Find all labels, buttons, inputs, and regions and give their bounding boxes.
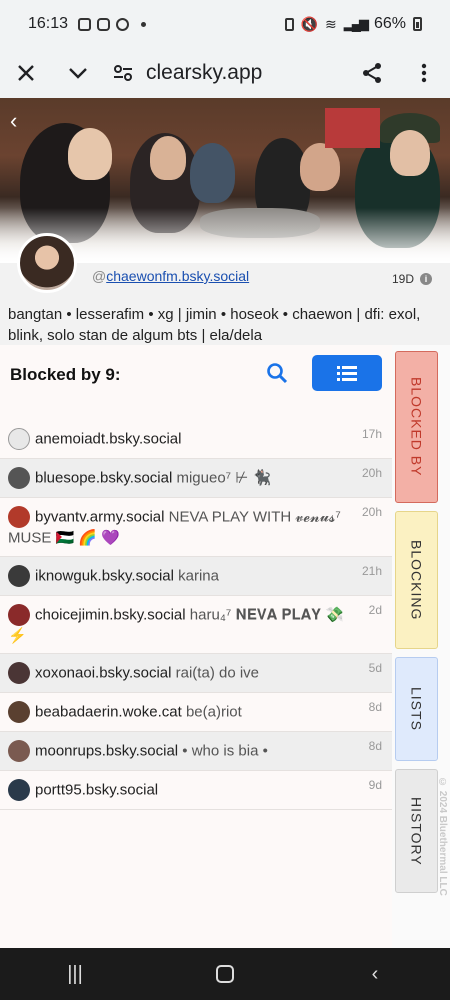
info-icon[interactable]: i xyxy=(420,273,432,285)
notification-icons xyxy=(78,17,147,31)
battery-saver-icon xyxy=(284,17,294,31)
list-item[interactable]: moonrups.bsky.social • who is bia • 8d xyxy=(0,732,392,772)
tab-lists-label: LISTS xyxy=(408,687,425,731)
banner-face xyxy=(68,128,112,180)
handle-link[interactable]: chaewonfm.bsky.social xyxy=(106,268,249,284)
user-avatar xyxy=(8,603,30,626)
block-time: 17h xyxy=(361,427,382,441)
battery-percent: 66% xyxy=(373,15,406,32)
list-item[interactable]: byvantv.army.social NEVA PLAY WITH 𝓿𝓮𝓷𝓾𝓼… xyxy=(0,498,392,557)
system-status: 🔇 ≋ ▂▄▆ 66% xyxy=(284,15,422,33)
list-item[interactable]: anemoiadt.bsky.social 17h xyxy=(0,420,392,459)
url-text[interactable]: clearsky.app xyxy=(146,61,262,85)
user-avatar xyxy=(8,779,30,802)
list-item[interactable]: portt95.bsky.social 9d xyxy=(0,771,392,811)
tab-lists[interactable]: LISTS xyxy=(395,657,438,761)
tab-blocked-by[interactable]: BLOCKED BY xyxy=(395,351,438,503)
block-time: 9d xyxy=(368,778,382,793)
share-icon[interactable] xyxy=(346,48,398,98)
user-handle[interactable]: moonrups.bsky.social xyxy=(35,743,178,760)
list-item[interactable]: choicejimin.bsky.social haru₄⁷ 𝐍𝐄𝐕𝐀 𝐏𝐋𝐀𝐘… xyxy=(0,596,392,655)
home-icon xyxy=(216,965,234,983)
block-time: 8d xyxy=(368,739,382,754)
block-time: 21h xyxy=(361,563,382,578)
user-handle[interactable]: bluesope.bsky.social xyxy=(35,470,172,487)
user-bio: be(a)riot xyxy=(185,703,242,721)
panel-header: Blocked by 9: xyxy=(0,345,392,405)
recent-apps-icon[interactable]: ||| xyxy=(45,963,105,986)
panel-title: Blocked by 9: xyxy=(10,365,121,384)
home-button[interactable] xyxy=(195,965,255,983)
banner-face xyxy=(300,143,340,191)
browser-toolbar: clearsky.app xyxy=(0,48,450,98)
list-item[interactable]: iknowguk.bsky.social karina 21h xyxy=(0,556,392,596)
user-handle[interactable]: anemoiadt.bsky.social xyxy=(35,431,181,448)
user-bio: migueo⁷ ⊬ 🐈‍⬛ xyxy=(176,469,272,487)
back-icon[interactable]: ‹ xyxy=(345,963,405,986)
user-avatar xyxy=(8,506,30,528)
user-avatar xyxy=(8,662,30,685)
account-age-value: 19D xyxy=(391,272,414,286)
blocked-by-list: anemoiadt.bsky.social 17h bluesope.bsky.… xyxy=(0,420,392,811)
banner-face xyxy=(390,130,430,176)
chevron-down-icon[interactable] xyxy=(52,48,104,98)
profile-handle: @chaewonfm.bsky.social xyxy=(92,268,249,284)
user-avatar xyxy=(8,428,30,450)
user-handle[interactable]: xoxonaoi.bsky.social xyxy=(35,665,171,682)
handle-prefix: @ xyxy=(92,268,107,284)
signal-icon: ▂▄▆ xyxy=(343,16,369,31)
profile-header: @chaewonfm.bsky.social 19D i xyxy=(0,230,450,300)
more-notifications-icon xyxy=(141,21,147,27)
close-icon[interactable] xyxy=(0,48,52,98)
gallery-icon xyxy=(78,17,92,31)
list-view-button[interactable] xyxy=(312,355,382,391)
tab-history-label: HISTORY xyxy=(408,796,425,866)
block-time: 8d xyxy=(368,700,382,715)
site-settings-icon[interactable] xyxy=(104,48,142,98)
app-icon xyxy=(116,17,130,31)
tab-history[interactable]: HISTORY xyxy=(395,769,438,893)
back-arrow-icon[interactable]: ‹ xyxy=(10,108,17,134)
wifi-icon: ≋ xyxy=(325,15,337,32)
user-bio: • who is bia • xyxy=(182,742,268,760)
tab-blocked-by-label: BLOCKED BY xyxy=(408,377,425,477)
user-bio: rai(ta) do ive xyxy=(175,664,260,682)
profile-bio: bangtan • lesserafim • xg | jimin • hose… xyxy=(8,306,421,344)
user-avatar xyxy=(8,740,30,763)
system-nav-bar: ||| ‹ xyxy=(0,948,450,1000)
account-age: 19D i xyxy=(392,272,432,286)
user-avatar xyxy=(8,467,30,489)
user-avatar xyxy=(8,701,30,724)
list-item[interactable]: bluesope.bsky.social migueo⁷ ⊬ 🐈‍⬛ 20h xyxy=(0,459,392,498)
tab-blocking[interactable]: BLOCKING xyxy=(395,511,438,649)
copyright-text: © 2024 Bluethermal LLC xyxy=(437,777,448,896)
banner-face xyxy=(150,136,186,180)
instagram-icon xyxy=(97,17,111,31)
status-time: 16:13 xyxy=(28,15,69,32)
status-bar: 16:13 🔇 ≋ ▂▄▆ 66% xyxy=(0,0,450,48)
battery-icon xyxy=(413,17,422,31)
blocked-by-panel: Blocked by 9: anemoiadt.bsky.social 17h … xyxy=(0,345,392,948)
banner-sign xyxy=(325,108,380,148)
banner-figure xyxy=(190,143,235,203)
avatar xyxy=(17,233,77,293)
block-time: 20h xyxy=(361,466,382,480)
user-bio: karina xyxy=(178,567,219,585)
user-handle[interactable]: choicejimin.bsky.social xyxy=(35,606,186,623)
block-time: 5d xyxy=(368,661,382,676)
list-item[interactable]: xoxonaoi.bsky.social rai(ta) do ive 5d xyxy=(0,654,392,694)
block-time: 2d xyxy=(368,602,382,617)
more-vert-icon[interactable] xyxy=(398,48,450,98)
user-handle[interactable]: iknowguk.bsky.social xyxy=(35,567,174,584)
tab-blocking-label: BLOCKING xyxy=(408,539,425,621)
block-time: 20h xyxy=(361,505,382,519)
list-view-icon xyxy=(337,366,357,381)
user-avatar xyxy=(8,564,30,587)
user-handle[interactable]: portt95.bsky.social xyxy=(35,782,158,799)
user-handle[interactable]: byvantv.army.social xyxy=(35,509,165,526)
user-handle[interactable]: beabadaerin.woke.cat xyxy=(35,704,182,721)
list-item[interactable]: beabadaerin.woke.cat be(a)riot 8d xyxy=(0,693,392,733)
search-icon[interactable] xyxy=(265,361,289,385)
mute-icon: 🔇 xyxy=(300,15,319,32)
